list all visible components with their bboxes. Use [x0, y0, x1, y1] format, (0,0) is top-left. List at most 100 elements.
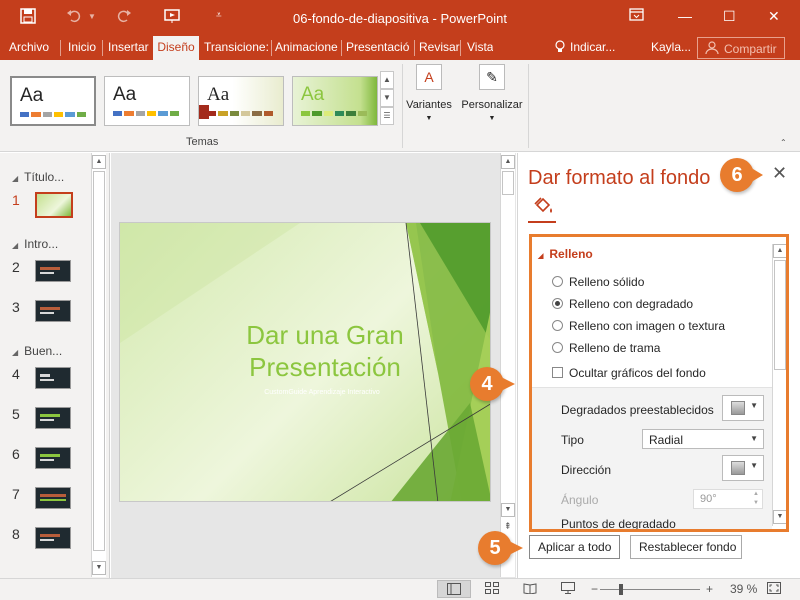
status-bar: − + 39 % [0, 578, 800, 600]
chevron-down-icon: ▼ [488, 115, 496, 122]
slide-canvas[interactable]: Dar una Gran Presentación CustomGuide Ap… [119, 222, 491, 502]
tab-inicio[interactable]: Inicio [68, 40, 96, 54]
theme-facet[interactable]: Aa [198, 76, 284, 126]
collapse-ribbon-icon[interactable]: ⌃ [780, 138, 787, 147]
fit-slide-icon[interactable] [767, 582, 781, 597]
reading-view-icon[interactable] [523, 582, 537, 597]
tell-me-input[interactable]: Indicar... [570, 40, 615, 54]
slide-number: 1 [12, 192, 20, 208]
scroll-thumb[interactable] [502, 171, 514, 195]
slide-thumbnail-pane: ◢ Título... 1 ◢ Intro... 2 3 ◢ Buen... 4 5 … [0, 153, 110, 578]
lightbulb-icon[interactable] [555, 40, 565, 57]
scroll-up-arrow[interactable]: ▲ [501, 155, 515, 169]
direction-label: Dirección [561, 463, 612, 477]
tab-diseno[interactable]: Diseño [152, 36, 200, 60]
fill-section-header[interactable]: ◢ Relleno [538, 247, 593, 261]
slide-number: 3 [12, 299, 20, 315]
hide-background-graphics-checkbox[interactable]: Ocultar gráficos del fondo [552, 366, 706, 380]
tab-transiciones[interactable]: Transicione: [204, 40, 270, 54]
personalizar-button[interactable]: ✎ Personalizar ▼ [458, 64, 526, 122]
maximize-button[interactable]: ☐ [723, 8, 736, 25]
thumbnail-scrollbar[interactable]: ▲ ▼ [91, 153, 106, 577]
scroll-down-arrow[interactable]: ▼ [92, 561, 106, 575]
tab-indicator [528, 221, 556, 223]
angle-spinner[interactable]: 90° ▲ ▼ [693, 489, 763, 509]
tab-revisar[interactable]: Revisar [419, 40, 460, 54]
radio-solid-fill[interactable]: Relleno sólido [552, 275, 644, 289]
section-titulo[interactable]: ◢ Título... [12, 170, 64, 184]
panel-scrollbar[interactable]: ▲ ▼ [772, 244, 786, 526]
slideshow-icon[interactable] [561, 582, 575, 597]
panel-title: Dar formato al fondo [528, 167, 711, 189]
minimize-button[interactable]: — [678, 8, 692, 24]
variantes-label: Variantes [406, 99, 452, 111]
gallery-scroll-up[interactable]: ▲ [380, 71, 394, 89]
slide-scrollbar[interactable]: ▲ ▼ ⇞ [500, 153, 515, 577]
slide-thumbnail-6[interactable] [35, 447, 71, 469]
gallery-more[interactable]: ☰ [380, 107, 394, 125]
type-dropdown[interactable]: Radial ▼ [642, 429, 764, 449]
slide-editing-area: Dar una Gran Presentación CustomGuide Ap… [111, 153, 516, 578]
slide-title[interactable]: Dar una Gran Presentación [235, 319, 415, 383]
close-panel-icon[interactable]: ✕ [772, 163, 787, 184]
themes-gallery: Aa Aa Aa Aa ▲ ▼ ☰ [6, 66, 396, 126]
normal-view-icon[interactable] [437, 580, 471, 598]
tab-animaciones[interactable]: Animacione [275, 40, 339, 54]
zoom-in-button[interactable]: + [706, 582, 713, 596]
fill-section: ◢ Relleno Relleno sólido Relleno con degr… [529, 234, 789, 532]
slide-subtitle[interactable]: CustomGuide Aprendizaje Interactivo [242, 389, 402, 396]
radio-gradient-fill[interactable]: Relleno con degradado [552, 297, 693, 311]
slide-thumbnail-2[interactable] [35, 260, 71, 282]
slide-title-line1: Dar una Gran [246, 320, 404, 350]
callout-badge: 6 [720, 158, 754, 192]
scroll-up-arrow[interactable]: ▲ [773, 244, 786, 258]
tab-presentacion[interactable]: Presentació [346, 40, 412, 54]
radio-pattern-fill[interactable]: Relleno de trama [552, 341, 660, 355]
fit-icon[interactable]: ⇞ [504, 521, 512, 532]
theme-faceta-verde[interactable]: Aa [292, 76, 378, 126]
scroll-down-arrow[interactable]: ▼ [773, 510, 786, 524]
zoom-out-button[interactable]: − [591, 582, 598, 596]
share-button[interactable]: Compartir [697, 37, 785, 59]
close-button[interactable]: ✕ [768, 8, 780, 25]
radio-label: Relleno de trama [569, 341, 661, 355]
theme-office-2[interactable]: Aa [104, 76, 190, 126]
variantes-button[interactable]: A Variantes ▼ [402, 64, 456, 122]
themes-group-label: Temas [186, 136, 219, 148]
preset-gradients-button[interactable]: ▼ [722, 395, 764, 421]
tab-vista[interactable]: Vista [467, 40, 493, 54]
tab-insertar[interactable]: Insertar [108, 40, 149, 54]
direction-button[interactable]: ▼ [722, 455, 764, 481]
slide-thumbnail-3[interactable] [35, 300, 71, 322]
person-icon [705, 41, 719, 58]
scroll-thumb[interactable] [774, 260, 786, 370]
slide-thumbnail-5[interactable] [35, 407, 71, 429]
scroll-down-arrow[interactable]: ▼ [501, 503, 515, 517]
variants-icon: A [416, 64, 442, 90]
gallery-scroll-down[interactable]: ▼ [380, 89, 394, 107]
section-intro[interactable]: ◢ Intro... [12, 237, 58, 251]
tab-archivo[interactable]: Archivo [9, 40, 49, 54]
theme-sample: Aa [113, 84, 137, 105]
slide-thumbnail-1[interactable] [35, 192, 73, 218]
zoom-slider[interactable] [600, 589, 700, 590]
theme-office[interactable]: Aa [10, 76, 96, 126]
paint-bucket-icon[interactable] [532, 195, 554, 217]
radio-picture-fill[interactable]: Relleno con imagen o textura [552, 319, 725, 333]
apply-to-all-button[interactable]: Aplicar a todo [529, 535, 620, 559]
slide-thumbnail-8[interactable] [35, 527, 71, 549]
zoom-slider-thumb[interactable] [619, 584, 623, 595]
reset-background-button[interactable]: Restablecer fondo [630, 535, 742, 559]
slide-thumbnail-4[interactable] [35, 367, 71, 389]
section-buen[interactable]: ◢ Buen... [12, 344, 62, 358]
user-name[interactable]: Kayla... [651, 40, 691, 54]
checkbox-box [552, 367, 563, 378]
scroll-thumb[interactable] [93, 171, 105, 551]
slide-sorter-icon[interactable] [485, 582, 499, 597]
chevron-down-icon: ▼ [750, 401, 758, 410]
ribbon-display-icon[interactable] [629, 8, 645, 25]
scroll-up-arrow[interactable]: ▲ [92, 155, 106, 169]
radio-label: Relleno con degradado [569, 297, 694, 311]
zoom-percent[interactable]: 39 % [730, 582, 757, 596]
slide-thumbnail-7[interactable] [35, 487, 71, 509]
